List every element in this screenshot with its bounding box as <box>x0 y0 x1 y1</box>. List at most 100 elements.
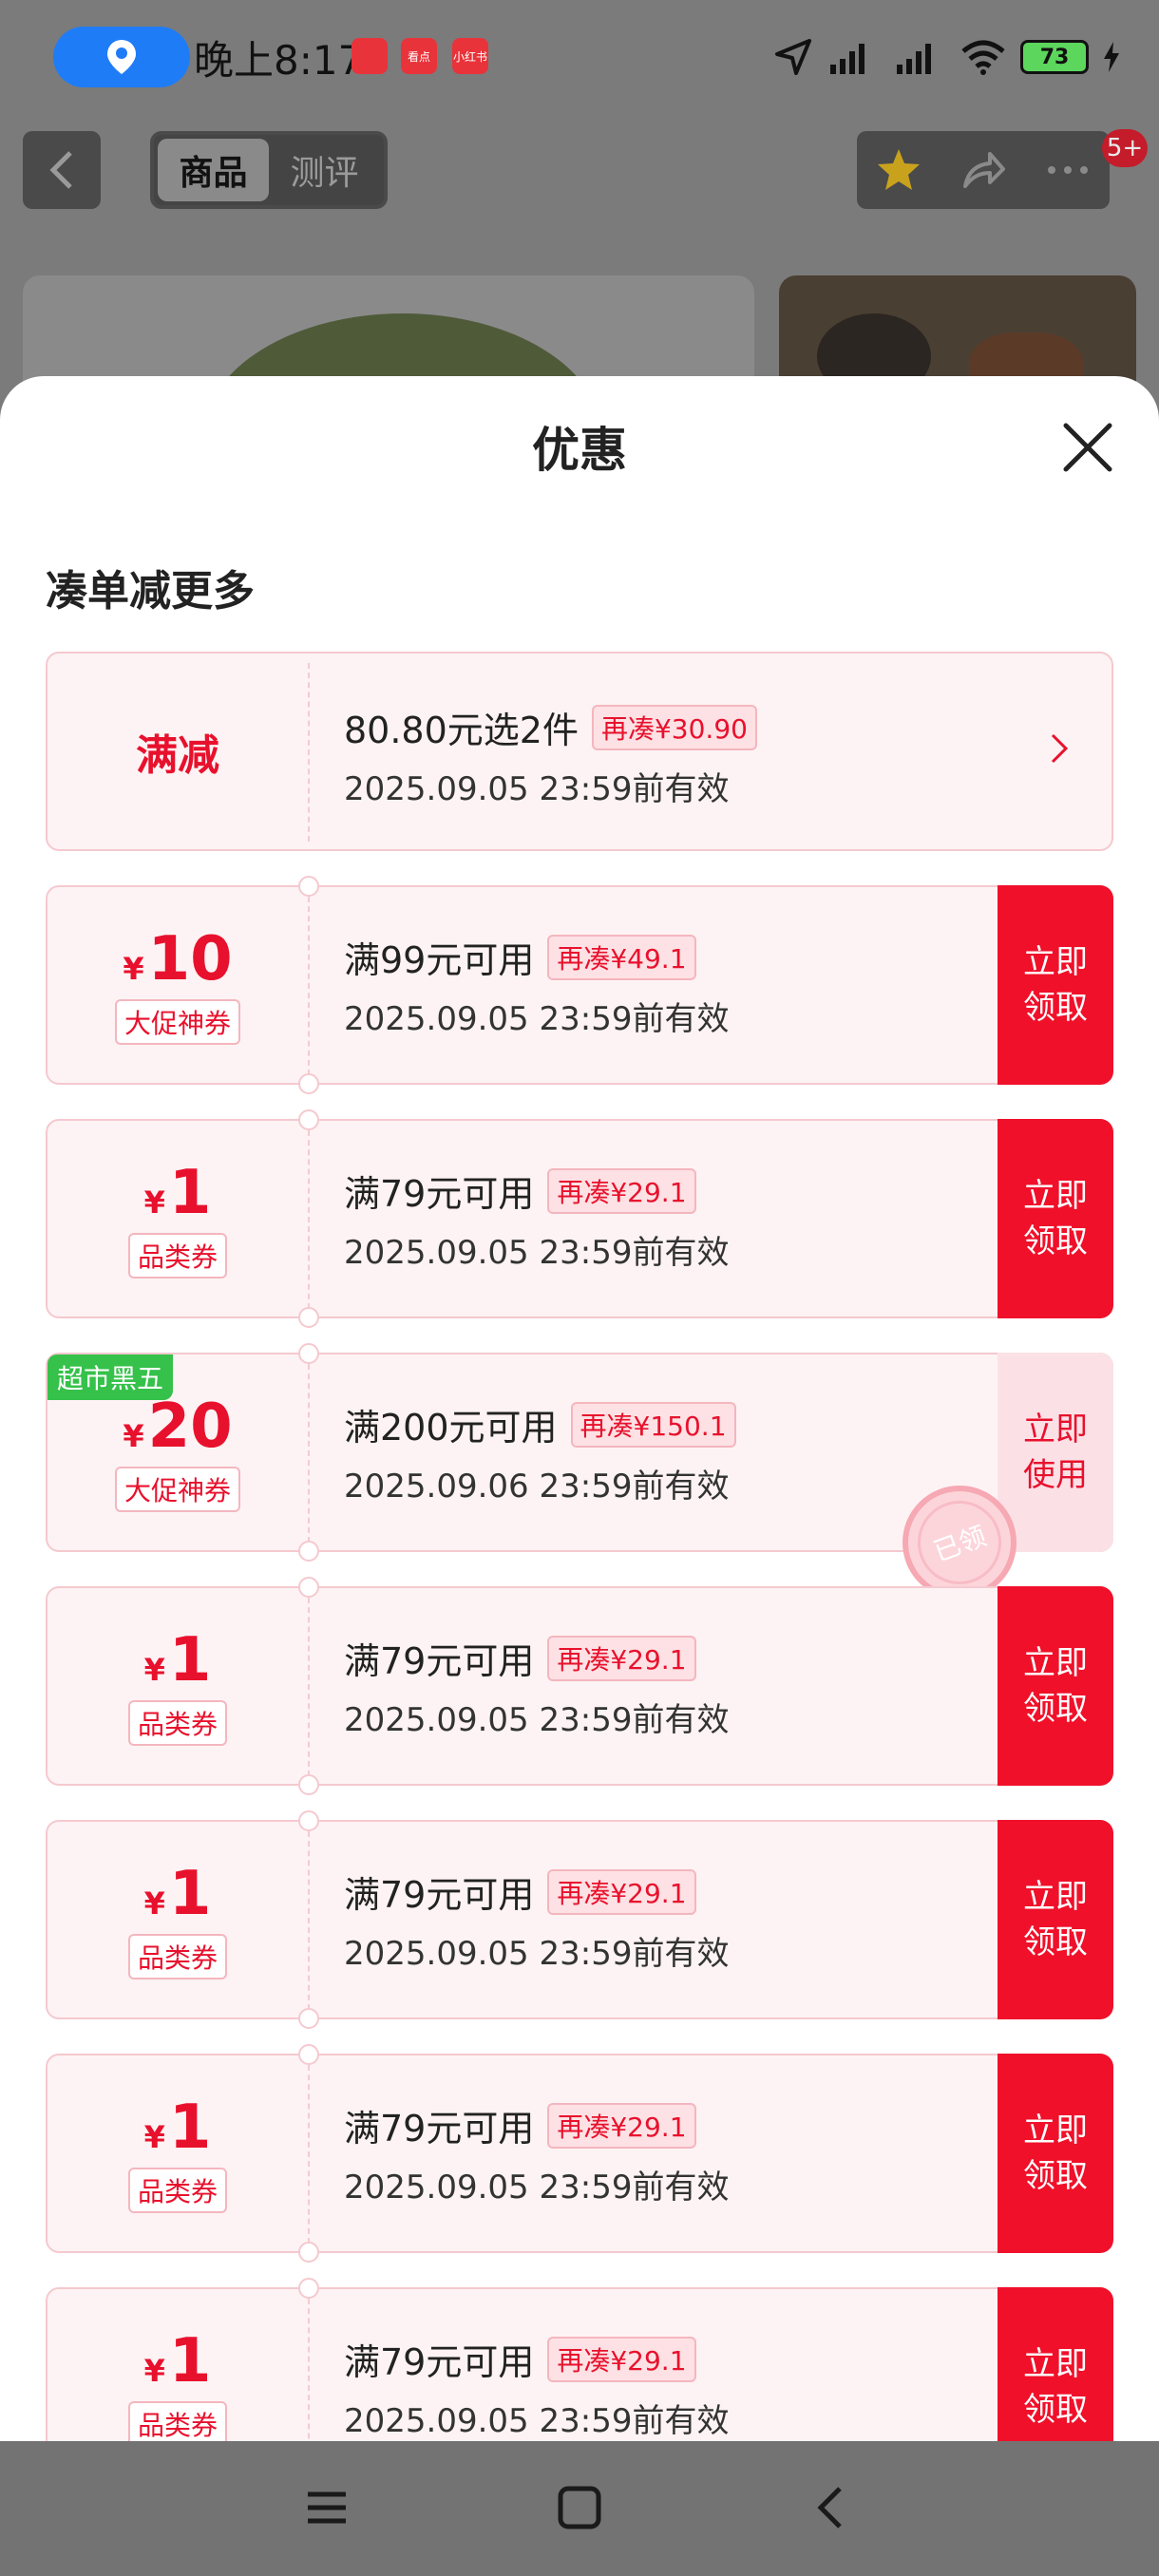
coupon-amount-value: 1 <box>168 1158 212 1228</box>
coupon-type-tag: 品类券 <box>127 2168 227 2213</box>
manjian-label: 满减 <box>136 731 219 780</box>
cta-line1: 立即 <box>1023 2345 1088 2383</box>
coupon-amount-value: 20 <box>147 1392 233 1462</box>
coupon-amount: ¥1 <box>144 1626 212 1695</box>
signal-icon <box>897 44 931 74</box>
close-icon[interactable] <box>1056 416 1119 479</box>
coupon-amount-value: 10 <box>147 924 233 994</box>
cta-line2: 领取 <box>1023 1222 1088 1260</box>
cta-line1: 立即 <box>1023 943 1088 981</box>
currency-symbol: ¥ <box>143 1885 165 1922</box>
currency-symbol: ¥ <box>143 2119 165 2155</box>
coupon-amount: ¥10 <box>123 925 232 994</box>
system-nav-bar <box>0 2441 1159 2576</box>
coupon-card[interactable]: ¥1 品类券 满79元可用 再凑¥29.1 2025.09.05 23:59前有效 立即领… <box>46 2044 1113 2263</box>
coupon-threshold: 满79元可用 <box>344 1874 535 1916</box>
header-actions <box>857 131 1110 209</box>
navigation-arrow-icon <box>775 39 811 75</box>
sheet-title: 优惠 <box>532 423 627 478</box>
cta-line1: 立即 <box>1023 1411 1088 1449</box>
cta-line2: 领取 <box>1023 2157 1088 2195</box>
coupon-type-tag: 品类券 <box>127 1233 227 1279</box>
validity-text: 2025.09.05 23:59前有效 <box>344 1234 730 1272</box>
coupon-threshold: 满79元可用 <box>344 1640 535 1682</box>
location-pill[interactable] <box>53 27 190 87</box>
coupon-info: 满79元可用 再凑¥29.1 2025.09.05 23:59前有效 <box>344 2333 988 2441</box>
coupon-threshold: 满99元可用 <box>344 939 535 981</box>
dashed-divider <box>308 1831 310 2010</box>
claim-button[interactable]: 立即 领取 <box>998 1586 1113 1786</box>
back-button[interactable] <box>23 131 101 209</box>
star-icon[interactable] <box>875 146 922 194</box>
coupon-amount-value: 1 <box>168 2326 212 2396</box>
more-icon[interactable] <box>1044 146 1092 194</box>
location-pin-icon <box>107 40 136 74</box>
currency-symbol: ¥ <box>123 951 144 987</box>
coupon-card[interactable]: ¥20 大促神券 满200元可用 再凑¥150.1 2025.09.06 23:59前有… <box>46 1343 1113 1600</box>
coupon-threshold: 满200元可用 <box>344 1407 558 1449</box>
tab-product[interactable]: 商品 <box>158 139 269 201</box>
status-bar: 晚上8:17 看点 小红书 73 <box>0 0 1159 114</box>
coupon-threshold: 满79元可用 <box>344 2341 535 2383</box>
validity-text: 2025.09.05 23:59前有效 <box>344 1000 730 1038</box>
dashed-divider <box>308 663 310 842</box>
claim-button[interactable]: 立即 领取 <box>998 2287 1113 2441</box>
coupon-card[interactable]: ¥1 品类券 满79元可用 再凑¥29.1 2025.09.05 23:59前有效 立即领… <box>46 1810 1113 2029</box>
coupon-info: 满79元可用 再凑¥29.1 2025.09.05 23:59前有效 <box>344 1866 988 1974</box>
coupon-card[interactable]: ¥1 品类券 满79元可用 再凑¥29.1 2025.09.05 23:59前有效 立即领… <box>46 2278 1113 2441</box>
cta-line2: 领取 <box>1023 1923 1088 1961</box>
dashed-divider <box>308 2065 310 2244</box>
cta-line1: 立即 <box>1023 1644 1088 1682</box>
coupon-card[interactable]: ¥1 品类券 满79元可用 再凑¥29.1 2025.09.05 23:59前有效 立即领… <box>46 1577 1113 1795</box>
coupon-type-tag: 品类券 <box>127 1934 227 1979</box>
coupon-info: 满79元可用 再凑¥29.1 2025.09.05 23:59前有效 <box>344 1632 988 1740</box>
coupon-type-tag: 大促神券 <box>114 999 240 1045</box>
coupon-amount: ¥1 <box>144 2093 212 2162</box>
validity-text: 2025.09.05 23:59前有效 <box>344 1935 730 1973</box>
coupon-card[interactable]: ¥10 大促神券 满99元可用 再凑¥49.1 2025.09.05 23:59前有效 立… <box>46 876 1113 1094</box>
dashed-divider <box>308 2299 310 2441</box>
remaining-tag: 再凑¥150.1 <box>570 1401 736 1448</box>
dashed-divider <box>308 897 310 1075</box>
cta-line1: 立即 <box>1023 1177 1088 1215</box>
cta-line2: 使用 <box>1023 1456 1088 1494</box>
status-time: 晚上8:17 <box>194 37 364 84</box>
claim-button[interactable]: 立即 领取 <box>998 1119 1113 1318</box>
coupon-amount-value: 1 <box>168 1859 212 1929</box>
coupon-card[interactable]: ¥1 品类券 满79元可用 再凑¥29.1 2025.09.05 23:59前有效 立即领… <box>46 1109 1113 1328</box>
coupon-threshold: 满79元可用 <box>344 2108 535 2150</box>
coupon-value-area: ¥1 品类券 <box>48 2055 308 2251</box>
notification-app-icon <box>352 38 388 74</box>
share-icon[interactable] <box>960 146 1007 194</box>
dashed-divider <box>308 1598 310 1776</box>
battery-indicator: 73 <box>1020 40 1089 74</box>
dashed-divider <box>308 1364 310 1543</box>
remaining-tag: 再凑¥29.1 <box>547 2336 696 2382</box>
cta-line2: 领取 <box>1023 2391 1088 2429</box>
menu-icon[interactable] <box>298 2479 355 2536</box>
claim-button[interactable]: 立即 领取 <box>998 2054 1113 2253</box>
notification-app-icon: 看点 <box>401 38 437 74</box>
coupon-value-area: ¥1 品类券 <box>48 1588 308 1784</box>
remaining-tag: 再凑¥49.1 <box>547 934 696 980</box>
claim-button[interactable]: 立即 领取 <box>998 1820 1113 2019</box>
back-nav-icon[interactable] <box>804 2479 861 2536</box>
manjian-card[interactable]: 满减 80.80元选2件 再凑¥30.90 2025.09.05 23:59前有… <box>46 652 1113 851</box>
chevron-right-icon[interactable] <box>1047 729 1074 767</box>
coupon-amount-value: 1 <box>168 1625 212 1695</box>
home-icon[interactable] <box>551 2479 608 2536</box>
system-icons: 73 <box>773 28 1121 85</box>
coupon-value-area: ¥1 品类券 <box>48 2289 308 2441</box>
use-now-button[interactable]: 立即 使用 <box>998 1353 1113 1552</box>
manjian-info: 80.80元选2件 再凑¥30.90 2025.09.05 23:59前有效 <box>344 701 988 809</box>
coupon-amount: ¥20 <box>123 1392 232 1461</box>
tab-review[interactable]: 测评 <box>269 139 380 201</box>
signal-icon <box>830 44 864 74</box>
coupon-type-tag: 品类券 <box>127 2401 227 2441</box>
validity-text: 2025.09.06 23:59前有效 <box>344 1468 730 1506</box>
remaining-tag: 再凑¥29.1 <box>547 1868 696 1915</box>
notification-app-icon: 小红书 <box>452 38 488 74</box>
cta-line2: 领取 <box>1023 989 1088 1027</box>
claim-button[interactable]: 立即 领取 <box>998 885 1113 1085</box>
coupon-threshold: 满79元可用 <box>344 1173 535 1215</box>
